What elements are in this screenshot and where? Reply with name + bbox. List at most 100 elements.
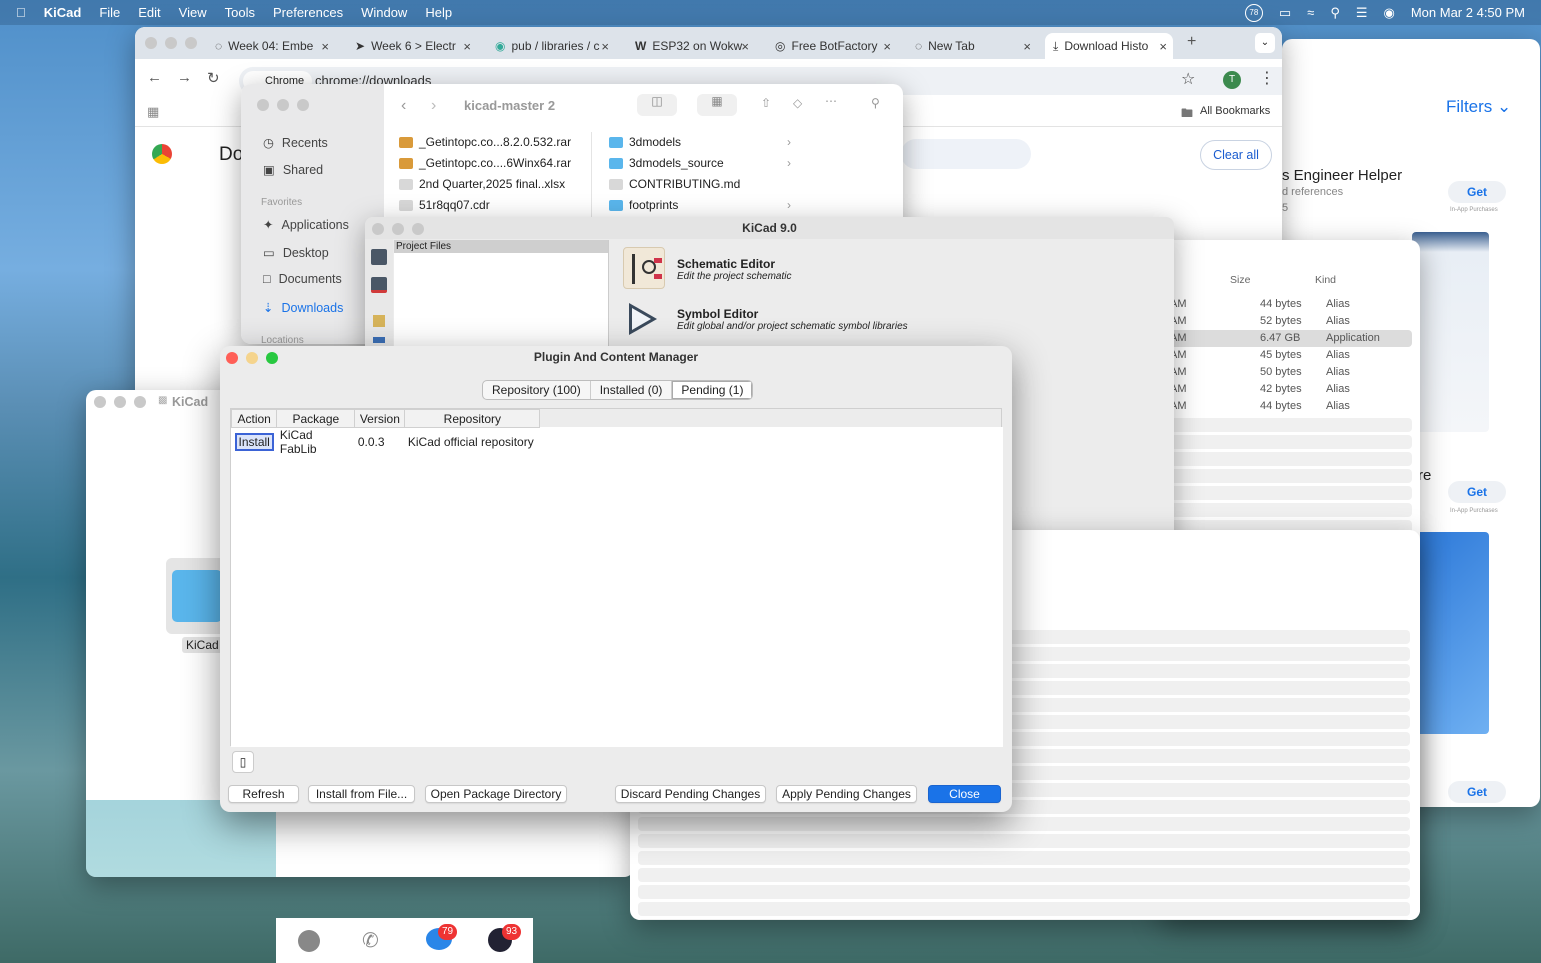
list-item[interactable]: 3dmodels ›	[609, 135, 791, 149]
table-row[interactable]: Install KiCad FabLib 0.0.3 KiCad officia…	[231, 427, 540, 456]
menu-help[interactable]: Help	[425, 5, 452, 20]
list-item[interactable]: 3dmodels_source ›	[609, 156, 791, 170]
sidebar-item-documents[interactable]: □ Documents	[263, 272, 342, 286]
tab-download-history[interactable]: ⤓ Download Histo ×	[1045, 33, 1173, 59]
filters-button[interactable]: Filters ⌄	[1446, 97, 1511, 117]
folder-label[interactable]: KiCad	[182, 637, 223, 653]
search-icon[interactable]: ⚲	[1330, 5, 1340, 21]
tab-week-6[interactable]: ➤ Week 6 > Electr ×	[347, 33, 477, 59]
install-from-file-button[interactable]: Install from File...	[308, 785, 415, 803]
close-icon[interactable]: ×	[883, 39, 891, 54]
sidebar-item-recents[interactable]: ◷ Recents	[263, 135, 328, 151]
apply-pending-changes-button[interactable]: Apply Pending Changes	[776, 785, 917, 803]
column-header-kind[interactable]: Kind	[1315, 274, 1336, 286]
tab-new-tab[interactable]: ◌ New Tab ×	[907, 33, 1037, 59]
window-controls[interactable]	[372, 223, 424, 235]
menu-icon[interactable]: ⋮	[1259, 68, 1275, 88]
column-header-package[interactable]: Package	[276, 409, 356, 428]
back-icon[interactable]: ←	[147, 69, 162, 86]
menu-tools[interactable]: Tools	[225, 5, 255, 20]
table-row[interactable]: AM 42 bytes Alias	[1164, 381, 1412, 398]
status-badge-icon[interactable]: 78	[1244, 3, 1263, 22]
open-package-directory-button[interactable]: Open Package Directory	[425, 785, 567, 803]
close-icon[interactable]: ×	[601, 39, 609, 54]
list-item[interactable]: 51r8qq07.cdr	[399, 198, 490, 212]
tool-symbol-editor[interactable]: Symbol Editor Edit global and/or project…	[623, 299, 1043, 343]
view-columns-icon[interactable]: ◫	[637, 94, 677, 116]
share-icon[interactable]: ⇧	[761, 96, 771, 110]
wifi-icon[interactable]: ≈	[1307, 5, 1314, 20]
forward-icon[interactable]: ›	[431, 97, 436, 115]
apple-icon[interactable]: 	[16, 5, 26, 20]
archive-icon[interactable]	[373, 315, 385, 327]
close-icon[interactable]: ×	[463, 39, 471, 54]
phone-icon[interactable]: ✆	[362, 928, 379, 953]
reload-icon[interactable]: ↻	[207, 69, 220, 87]
table-row[interactable]: AM 6.47 GB Application	[1164, 330, 1412, 347]
more-icon[interactable]: ⋯	[825, 94, 837, 108]
unarchive-icon[interactable]	[373, 337, 385, 343]
control-center-icon[interactable]: ☰	[1356, 5, 1368, 21]
trash-icon[interactable]: ▯	[232, 751, 254, 773]
repository-cell[interactable]: KiCad official repository	[404, 427, 540, 456]
avatar[interactable]: T	[1223, 71, 1241, 89]
action-cell[interactable]: Install	[231, 427, 277, 456]
group-icon[interactable]: ▦	[697, 94, 737, 116]
table-row[interactable]: AM 44 bytes Alias	[1164, 296, 1412, 313]
column-header-action[interactable]: Action	[230, 409, 278, 428]
new-tab-icon[interactable]: +	[1187, 33, 1196, 51]
column-header-version[interactable]: Version	[354, 409, 406, 428]
close-icon[interactable]: ×	[321, 39, 329, 54]
forward-icon[interactable]: →	[177, 69, 192, 86]
menu-window[interactable]: Window	[361, 5, 407, 20]
close-icon[interactable]: ×	[1023, 39, 1031, 54]
package-cell[interactable]: KiCad FabLib	[276, 427, 355, 456]
close-icon[interactable]: ×	[741, 39, 749, 54]
window-controls[interactable]	[145, 37, 197, 49]
table-row[interactable]: AM 50 bytes Alias	[1164, 364, 1412, 381]
get-button-3[interactable]: Get	[1448, 781, 1506, 803]
menu-preferences[interactable]: Preferences	[273, 5, 343, 20]
contacts-icon[interactable]	[298, 930, 320, 952]
folder-icon[interactable]	[166, 558, 226, 634]
column-header-repository[interactable]: Repository	[404, 409, 541, 428]
all-bookmarks[interactable]: All Bookmarks	[1200, 105, 1270, 117]
tab-installed[interactable]: Installed (0)	[591, 381, 673, 399]
menu-edit[interactable]: Edit	[138, 5, 160, 20]
column-header-size[interactable]: Size	[1230, 274, 1250, 286]
project-files-header[interactable]: Project Files	[394, 240, 608, 253]
list-item[interactable]: 2nd Quarter,2025 final..xlsx	[399, 177, 565, 191]
menu-file[interactable]: File	[99, 5, 120, 20]
list-item[interactable]: _Getintopc.co...8.2.0.532.rar	[399, 135, 571, 149]
table-row[interactable]: AM 52 bytes Alias	[1164, 313, 1412, 330]
tab-search-icon[interactable]: ⌄	[1255, 33, 1275, 53]
downloads-search[interactable]	[901, 139, 1031, 169]
menu-view[interactable]: View	[179, 5, 207, 20]
list-item[interactable]: _Getintopc.co....6Winx64.rar	[399, 156, 571, 170]
tab-pub-libraries[interactable]: ◉ pub / libraries / c ×	[487, 33, 615, 59]
sidebar-item-downloads[interactable]: ⇣ Downloads	[263, 300, 343, 316]
refresh-button[interactable]: Refresh	[228, 785, 299, 803]
close-button[interactable]: Close	[928, 785, 1001, 803]
version-cell[interactable]: 0.0.3	[354, 427, 405, 456]
bookmark-star-icon[interactable]: ☆	[1181, 69, 1195, 89]
clear-all-button[interactable]: Clear all	[1200, 140, 1272, 170]
sidebar-item-desktop[interactable]: ▭ Desktop	[263, 245, 329, 261]
search-icon[interactable]: ⚲	[871, 96, 880, 110]
open-project-icon[interactable]	[371, 277, 387, 293]
tab-repository[interactable]: Repository (100)	[483, 381, 591, 399]
tab-pending[interactable]: Pending (1)	[672, 381, 753, 399]
tag-icon[interactable]: ◇	[793, 96, 802, 110]
get-button-2[interactable]: Get	[1448, 481, 1506, 503]
back-icon[interactable]: ‹	[401, 97, 406, 115]
list-item[interactable]: CONTRIBUTING.md	[609, 177, 740, 191]
sidebar-item-applications[interactable]: ✦ Applications	[263, 217, 349, 233]
discard-pending-changes-button[interactable]: Discard Pending Changes	[615, 785, 766, 803]
tool-schematic-editor[interactable]: Schematic Editor Edit the project schema…	[623, 247, 1023, 291]
new-project-icon[interactable]	[371, 249, 387, 265]
window-controls[interactable]	[257, 99, 309, 111]
siri-icon[interactable]: ◉	[1384, 5, 1395, 21]
get-button[interactable]: Get	[1448, 181, 1506, 203]
sidebar-item-shared[interactable]: ▣ Shared	[263, 162, 323, 178]
tab-free-botfactory[interactable]: ◎ Free BotFactory ×	[767, 33, 897, 59]
